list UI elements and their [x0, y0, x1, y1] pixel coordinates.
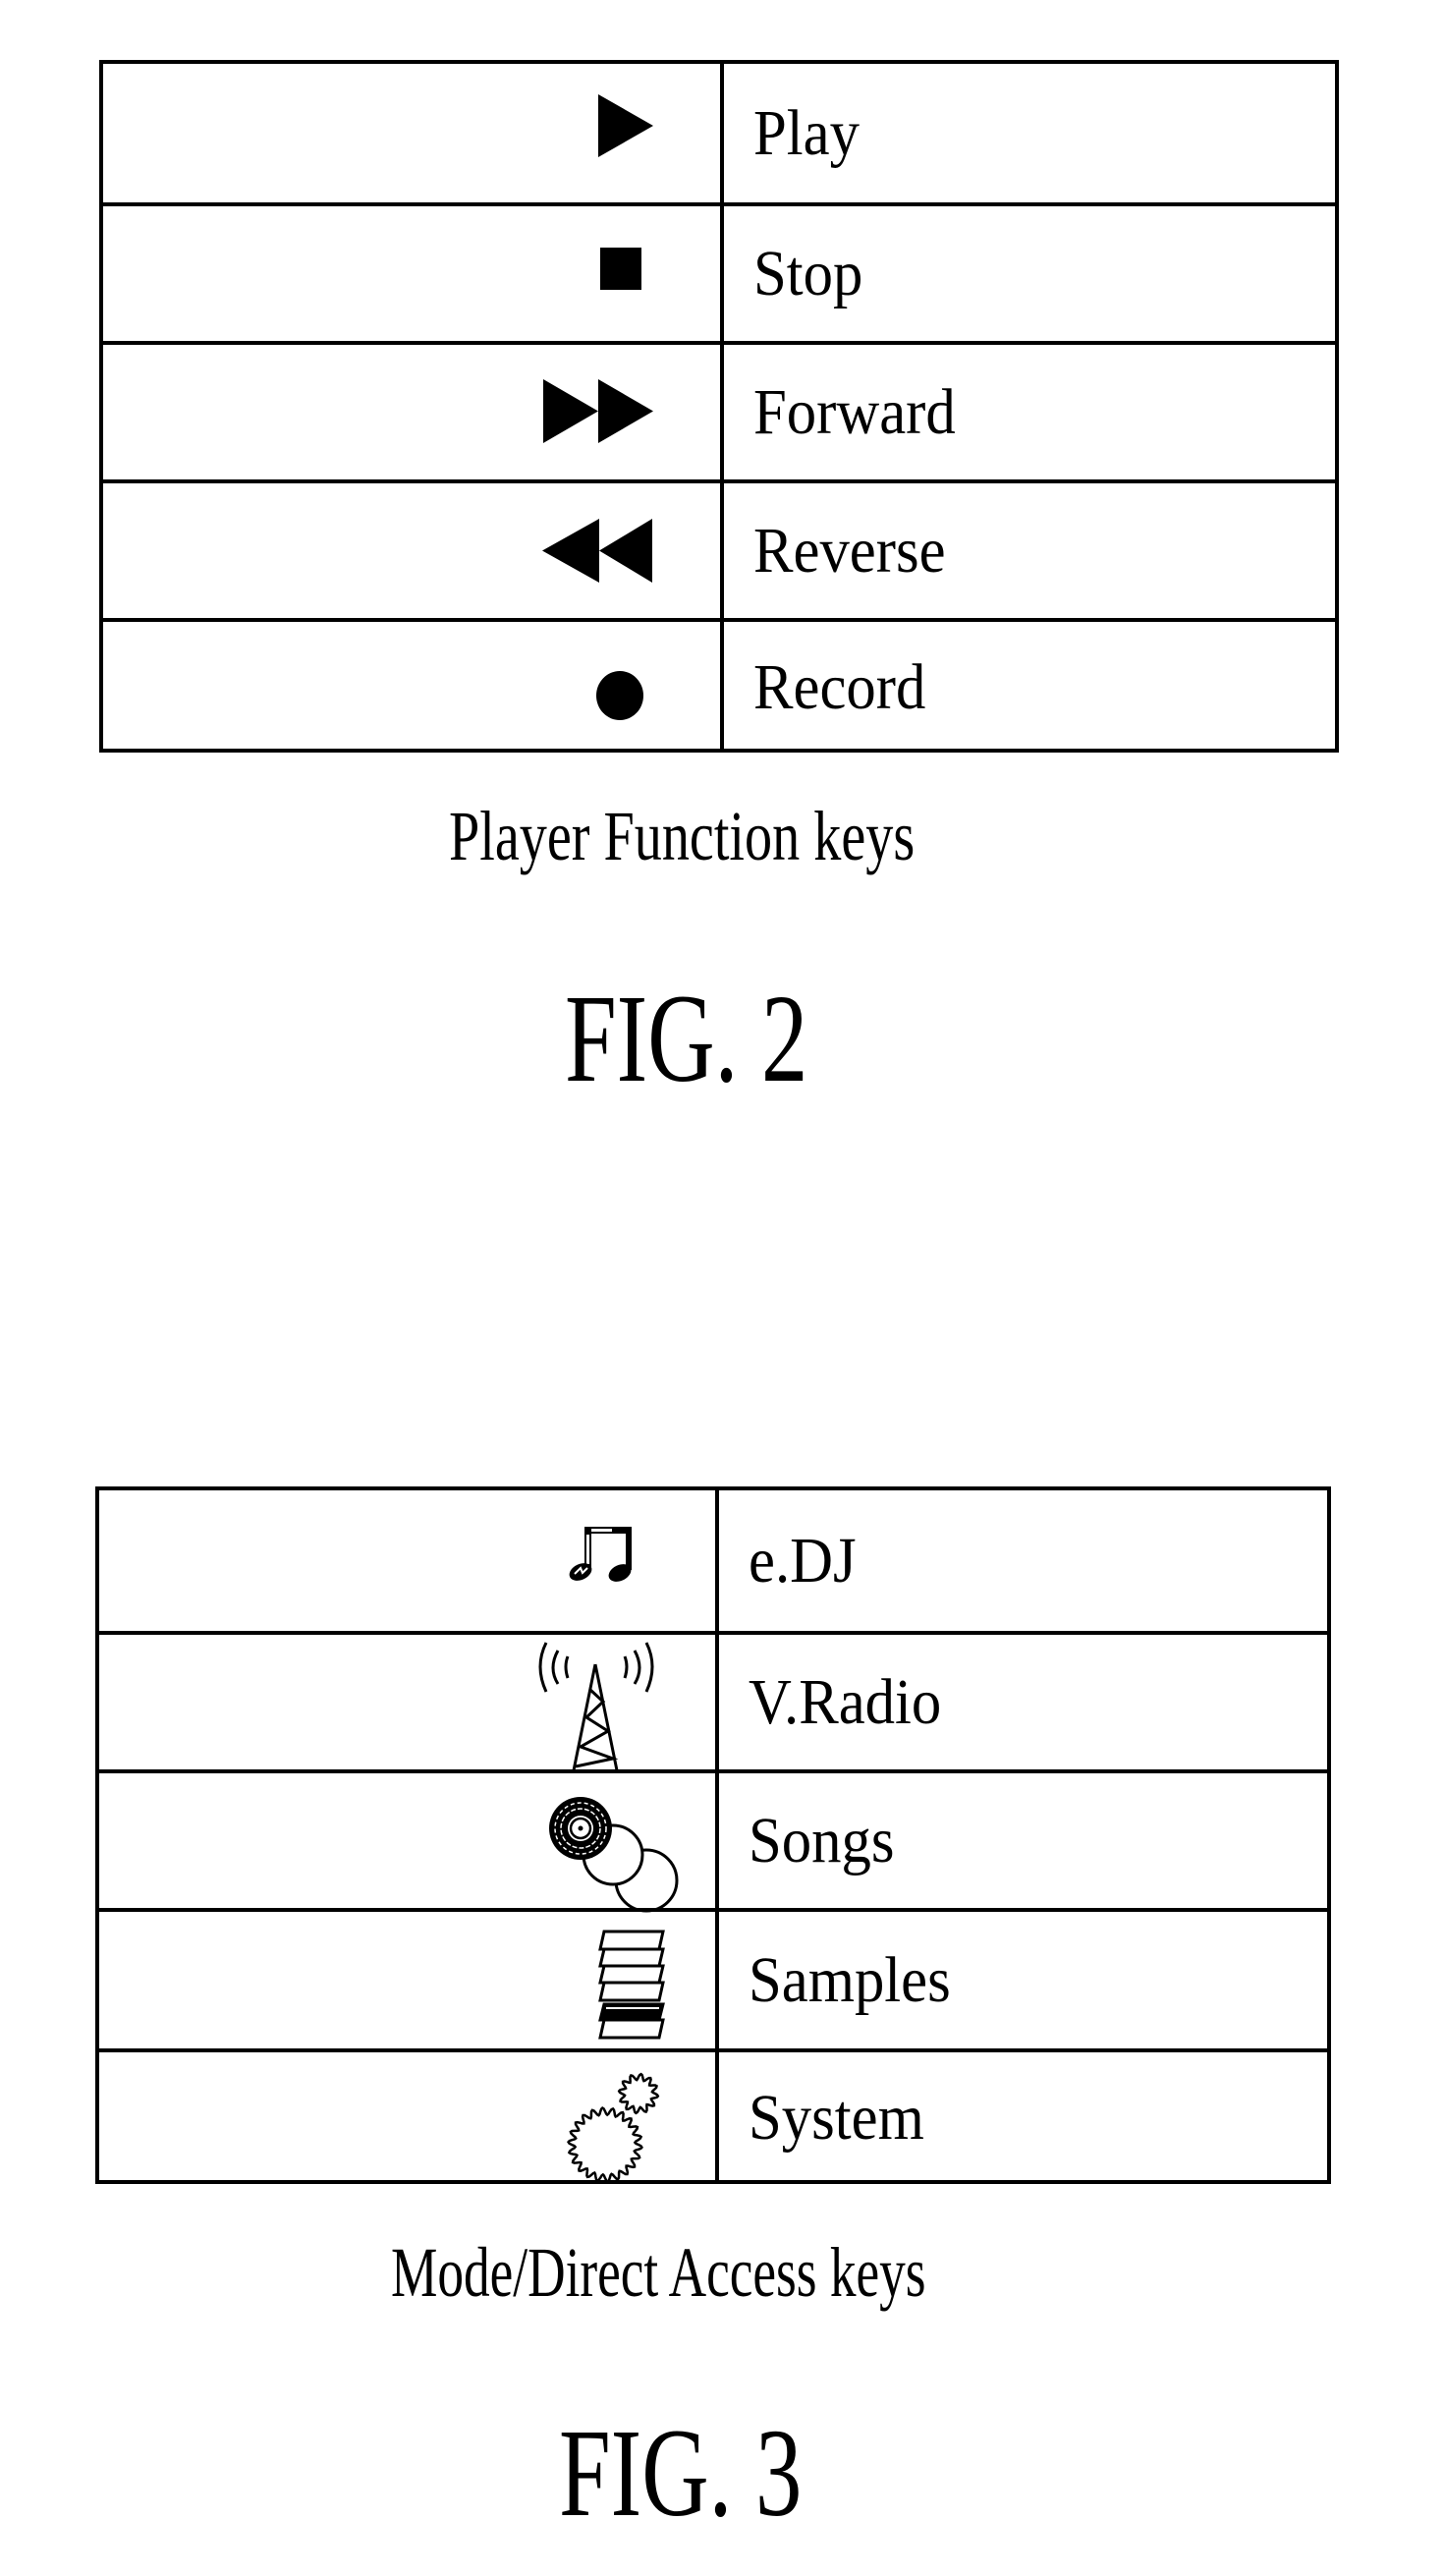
key-row-system: System	[99, 2048, 1327, 2184]
key-row-edj: e.DJ	[99, 1490, 1327, 1631]
fast-forward-icon	[543, 379, 653, 443]
caption-text: Mode/Direct Access keys	[391, 2233, 926, 2312]
key-label: System	[749, 2082, 924, 2154]
small-gear	[617, 2072, 660, 2115]
key-row-vradio: V.Radio	[99, 1631, 1327, 1772]
key-row-forward: Forward	[103, 341, 1335, 479]
key-label: e.DJ	[749, 1524, 857, 1596]
key-row-reverse: Reverse	[103, 479, 1335, 618]
rewind-icon	[542, 519, 652, 583]
music-note-icon	[569, 1527, 634, 1582]
key-row-play: Play	[103, 64, 1335, 202]
key-label: V.Radio	[749, 1665, 942, 1738]
figure-caption: Mode/Direct Access keys	[0, 2237, 1444, 2308]
figure-label-text: FIG. 2	[565, 969, 808, 1108]
play-icon	[598, 94, 653, 157]
radio-tower-icon	[534, 1641, 658, 1772]
key-label: Songs	[749, 1804, 895, 1876]
key-row-samples: Samples	[99, 1908, 1327, 2048]
stop-icon	[600, 248, 641, 290]
discs-icon	[545, 1785, 683, 1913]
key-row-stop: Stop	[103, 202, 1335, 341]
figure-label: FIG. 2	[0, 976, 1444, 1101]
key-label: Samples	[749, 1943, 951, 2016]
key-label: Forward	[753, 375, 956, 448]
caption-text: Player Function keys	[449, 797, 916, 875]
key-row-record: Record	[103, 618, 1335, 753]
key-row-songs: Songs	[99, 1769, 1327, 1913]
key-label: Record	[753, 650, 926, 723]
figure-label-text: FIG. 3	[559, 2403, 803, 2543]
stacked-samples-icon	[598, 1930, 667, 2040]
large-gear	[567, 2106, 643, 2183]
gears-icon	[564, 2060, 662, 2188]
record-icon	[596, 671, 643, 720]
key-label: Play	[753, 96, 860, 169]
figure-label: FIG. 3	[0, 2410, 1444, 2536]
figure-caption: Player Function keys	[0, 801, 1444, 871]
player-function-keys-table: Play Stop Forward Reverse Record	[99, 60, 1339, 753]
key-label: Reverse	[753, 514, 946, 587]
mode-direct-access-keys-table: e.DJ V.Radio Songs Samples System	[95, 1486, 1331, 2184]
key-label: Stop	[753, 237, 863, 309]
